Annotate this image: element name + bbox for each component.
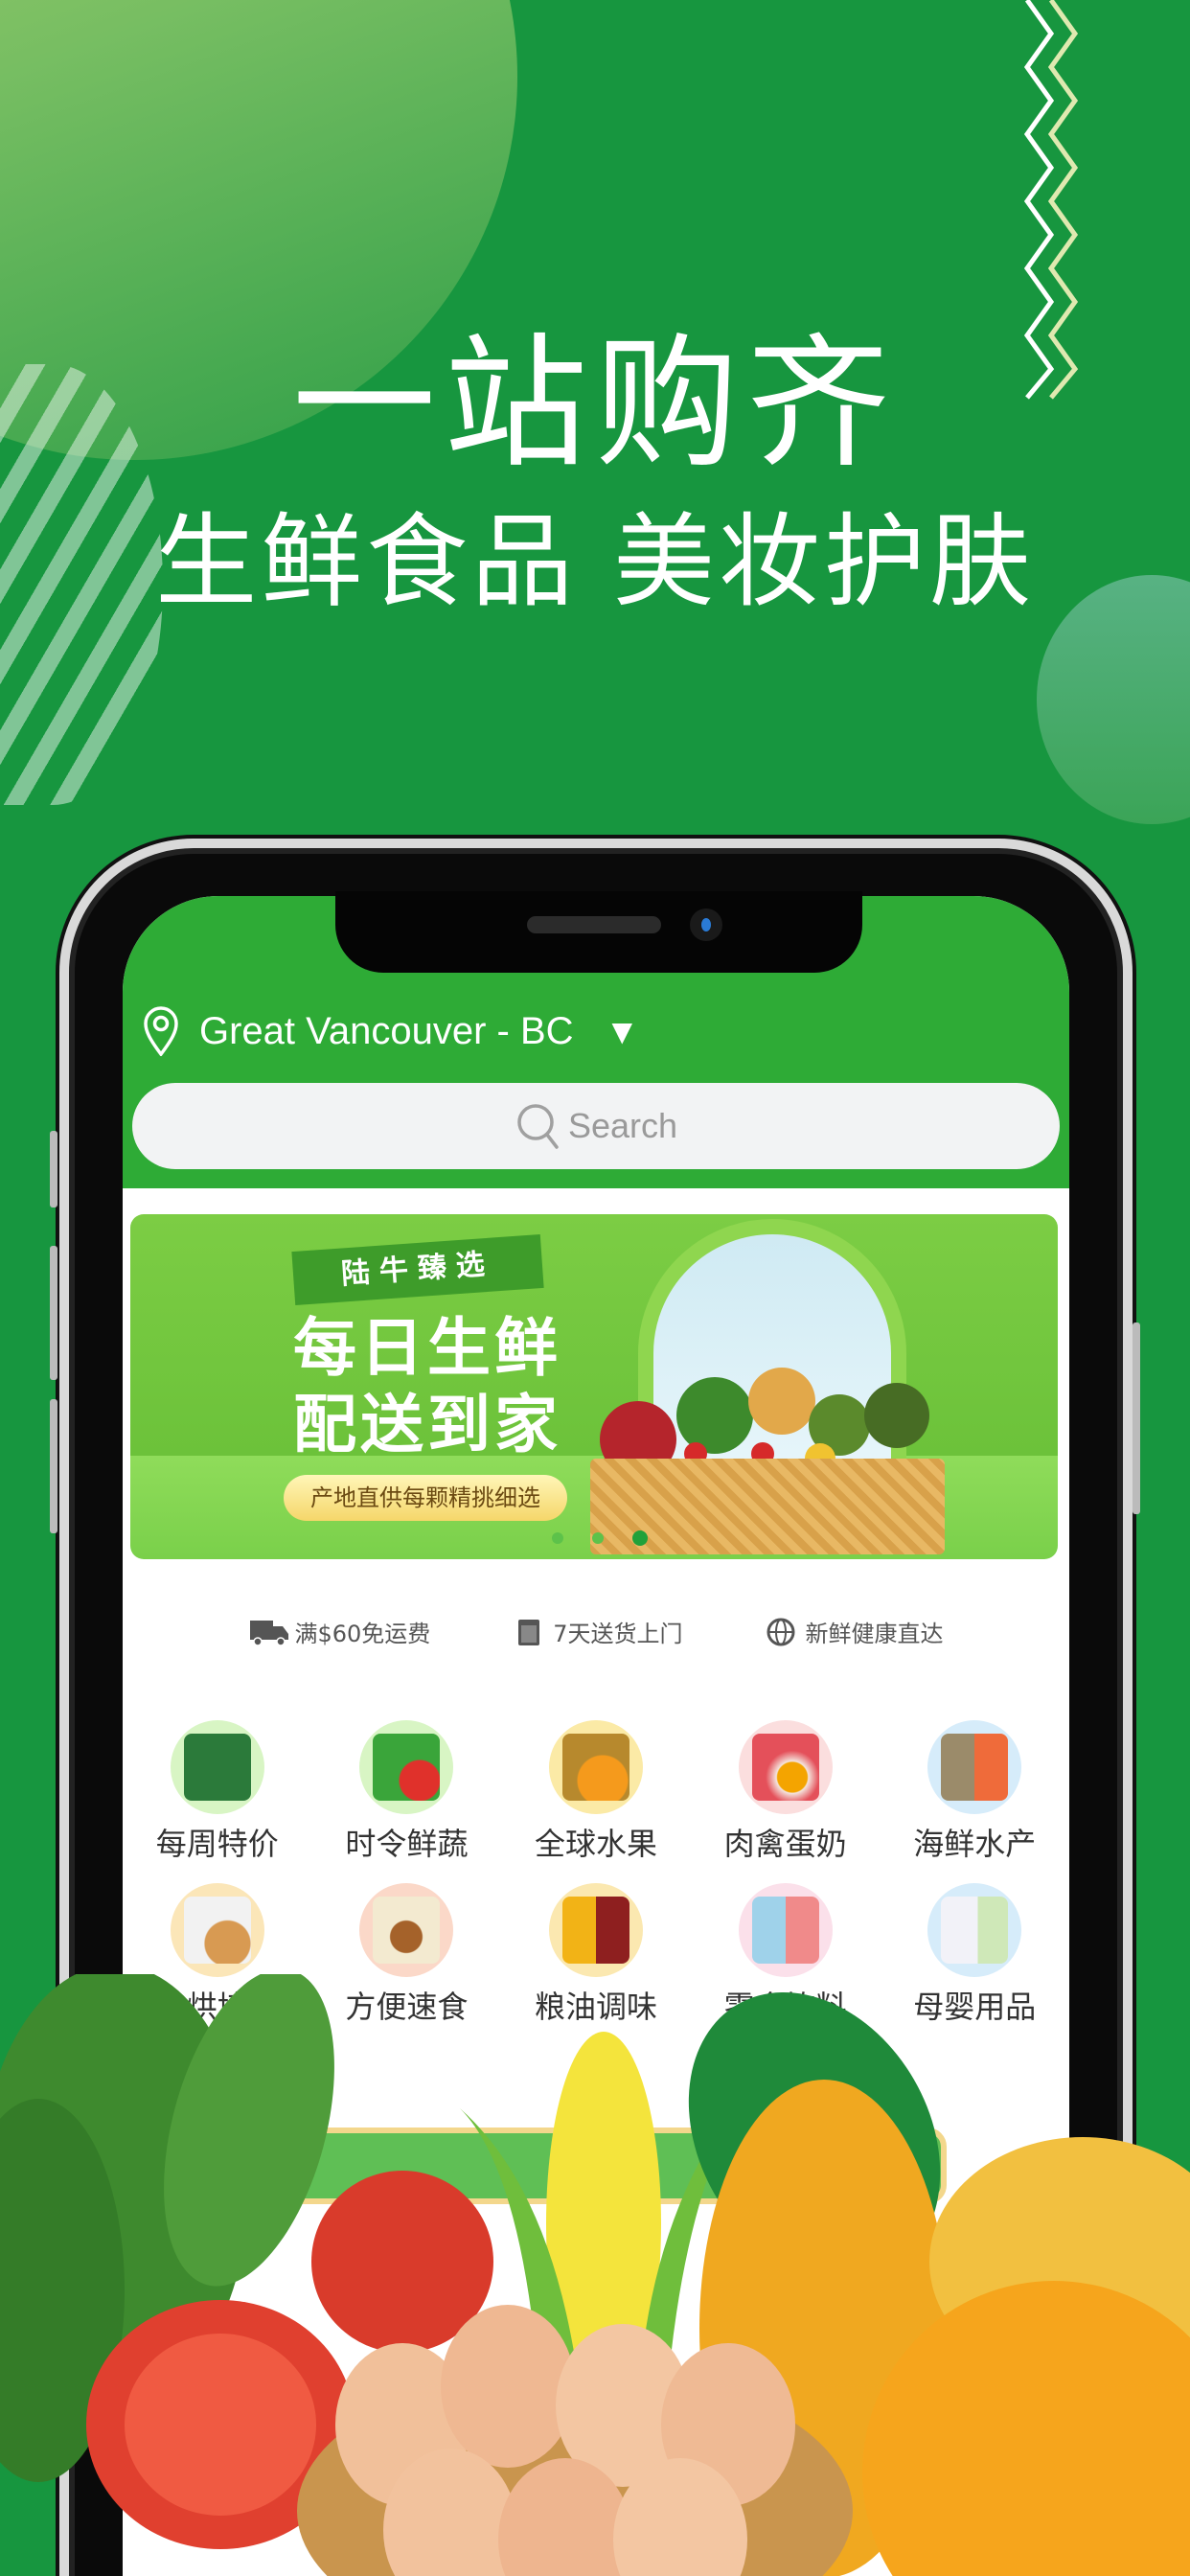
location-selector[interactable]: Great Vancouver - BC ▼ <box>142 1006 632 1056</box>
category-weekly-deals[interactable]: 每周特价 <box>123 1720 312 1864</box>
pagination-dot-active[interactable] <box>632 1530 648 1546</box>
search-icon <box>517 1104 559 1149</box>
category-label: 肉禽蛋奶 <box>723 1826 847 1862</box>
fruit-icon <box>548 1720 643 1814</box>
calendar-icon <box>518 1619 540 1645</box>
feature-free-shipping: 满$60免运费 <box>248 1615 430 1648</box>
speaker-grille <box>527 916 661 933</box>
category-fruits[interactable]: 全球水果 <box>501 1720 691 1864</box>
category-label: 时令鲜蔬 <box>345 1826 469 1862</box>
vegetable-icon <box>359 1720 454 1814</box>
front-camera <box>690 908 722 941</box>
location-pin-icon <box>144 1006 178 1056</box>
truck-icon <box>250 1620 289 1646</box>
banner-title-line1: 每日生鲜 <box>293 1311 561 1385</box>
banner-pagination <box>552 1530 648 1546</box>
pagination-dot[interactable] <box>592 1532 604 1544</box>
seafood-icon <box>927 1720 1022 1814</box>
search-placeholder: Search <box>567 1106 678 1145</box>
chevron-down-icon: ▼ <box>611 1015 633 1047</box>
feature-delivery-days: 7天送货上门 <box>507 1615 683 1648</box>
category-vegetables[interactable]: 时令鲜蔬 <box>312 1720 502 1864</box>
instant-food-icon <box>359 1883 454 1977</box>
category-label: 每周特价 <box>155 1826 279 1862</box>
feature-fresh-direct: 新鲜健康直达 <box>760 1615 944 1648</box>
oil-condiment-icon <box>548 1883 643 1977</box>
produce-illustration <box>600 1368 929 1473</box>
phone-side-button <box>50 1131 57 1208</box>
promo-subheadline: 生鲜食品 美妆护肤 <box>155 503 1035 621</box>
feature-label: 满$60免运费 <box>294 1621 431 1647</box>
snack-drink-icon <box>738 1883 833 1977</box>
storefront-icon <box>170 1720 264 1814</box>
banner-title-line2: 配送到家 <box>293 1388 561 1461</box>
feature-label: 新鲜健康直达 <box>805 1621 944 1647</box>
bakery-icon <box>170 1883 264 1977</box>
category-meat-eggs-dairy[interactable]: 肉禽蛋奶 <box>691 1720 881 1864</box>
phone-power-button <box>1133 1322 1140 1514</box>
meat-egg-icon <box>738 1720 833 1814</box>
search-input[interactable]: Search <box>132 1083 1060 1169</box>
banner-tagline: 产地直供每颗精挑细选 <box>284 1475 567 1521</box>
category-label: 海鲜水产 <box>913 1826 1037 1862</box>
phone-notch <box>335 891 862 973</box>
category-label: 全球水果 <box>534 1826 657 1862</box>
category-seafood[interactable]: 海鲜水产 <box>880 1720 1069 1864</box>
baby-products-icon <box>927 1883 1022 1977</box>
globe-icon <box>767 1618 795 1645</box>
banner-title: 每日生鲜 配送到家 <box>293 1310 561 1463</box>
phone-volume-up <box>50 1246 57 1380</box>
promo-banner[interactable]: 陆牛臻选 每日生鲜 配送到家 产地直供每颗精挑细选 <box>130 1214 1058 1559</box>
promo-headline: 一站购齐 <box>291 321 898 488</box>
produce-foreground <box>0 1974 1190 2576</box>
feature-label: 7天送货上门 <box>553 1621 683 1647</box>
location-label: Great Vancouver - BC <box>199 1009 574 1052</box>
pagination-dot[interactable] <box>552 1532 563 1544</box>
phone-volume-down <box>50 1399 57 1533</box>
banner-ribbon: 陆牛臻选 <box>291 1233 544 1306</box>
feature-strip: 满$60免运费 7天送货上门 新鲜健康直达 <box>123 1615 1069 1648</box>
